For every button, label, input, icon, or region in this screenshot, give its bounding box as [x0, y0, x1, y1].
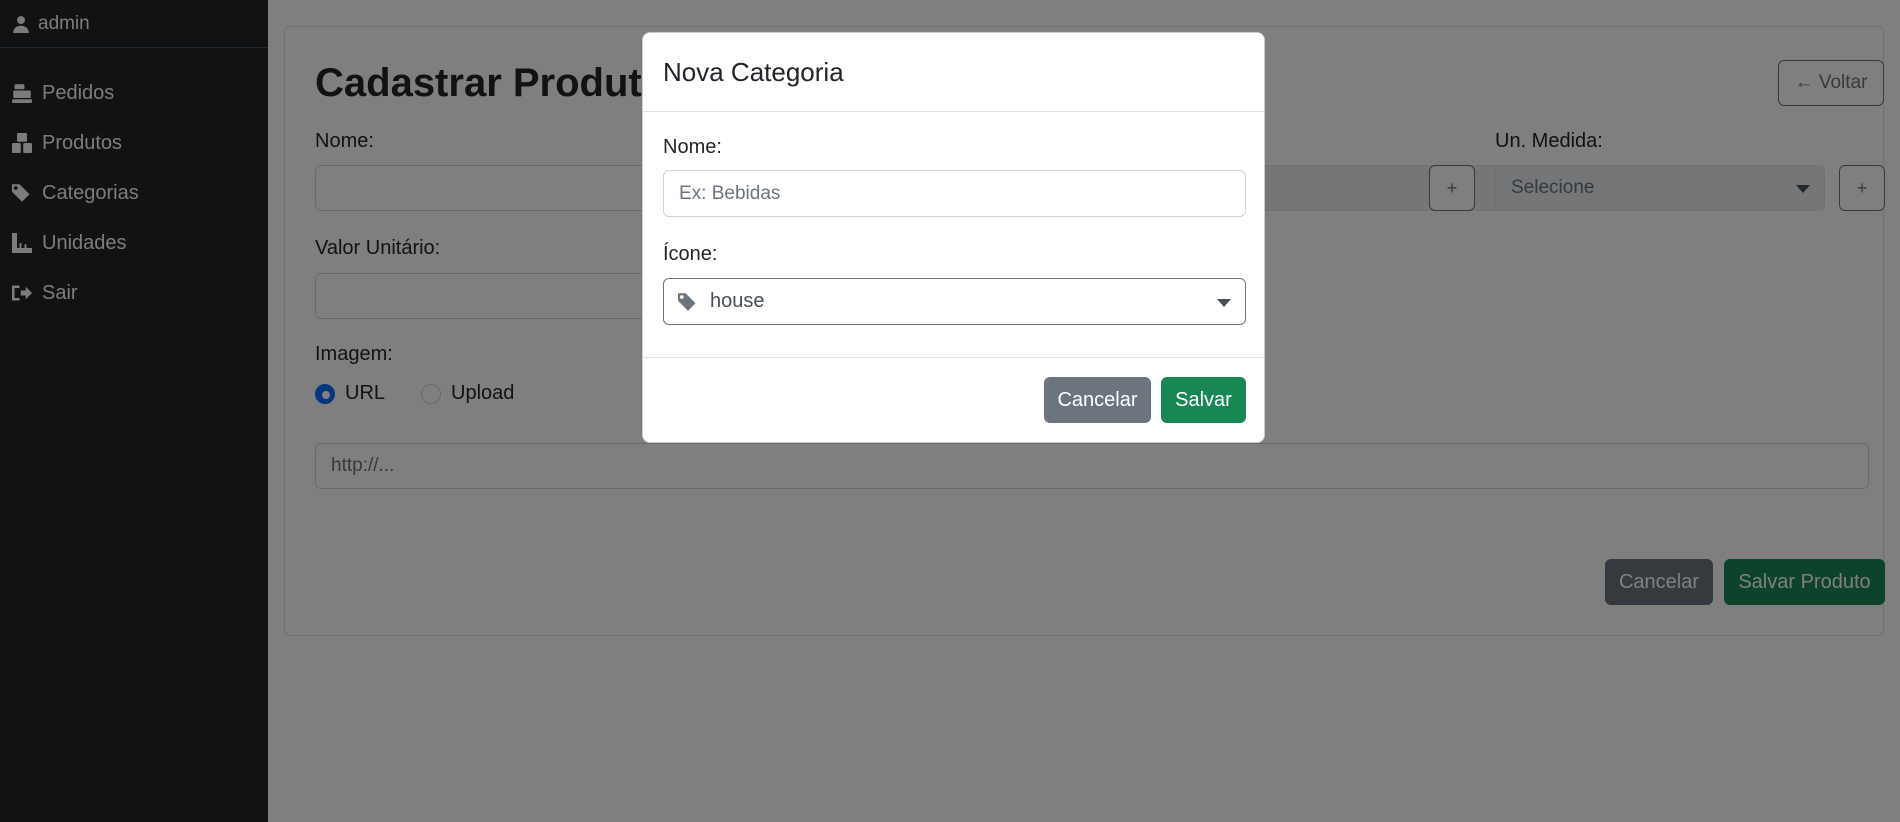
modal-title: Nova Categoria: [663, 56, 844, 87]
icone-label: Ícone:: [663, 243, 718, 265]
modal-body: Nome: Ex: Bebidas Ícone: house: [643, 112, 1264, 358]
icone-select[interactable]: house: [663, 278, 1246, 325]
nova-categoria-modal: Nova Categoria Nome: Ex: Bebidas Ícone: …: [642, 32, 1265, 443]
modal-cancel-button[interactable]: Cancelar: [1044, 377, 1151, 423]
nome-placeholder: Ex: Bebidas: [679, 182, 781, 204]
tag-icon: [678, 292, 696, 311]
chevron-down-icon: [1217, 299, 1231, 307]
categoria-nome-input[interactable]: Ex: Bebidas: [663, 170, 1246, 217]
modal-save-button[interactable]: Salvar: [1161, 377, 1246, 423]
icone-value: house: [710, 290, 765, 312]
nome-label: Nome:: [663, 136, 722, 158]
modal-header: Nova Categoria: [643, 33, 1264, 112]
